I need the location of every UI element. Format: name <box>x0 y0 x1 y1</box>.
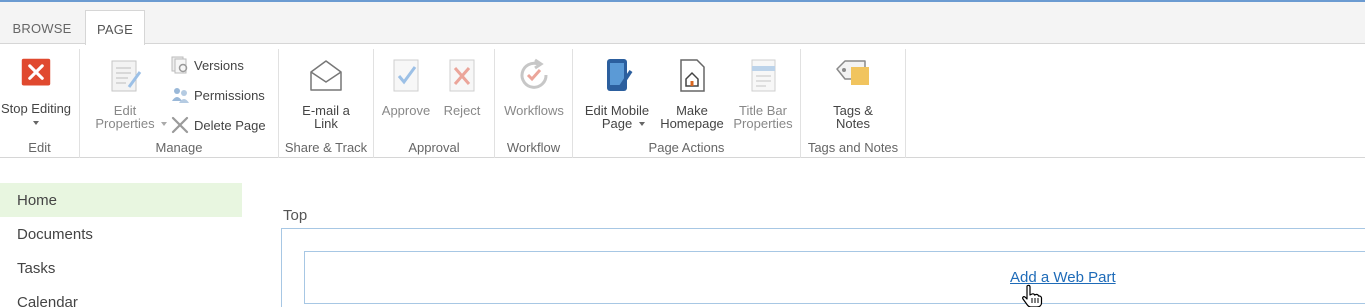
versions-icon <box>171 56 188 74</box>
edit-properties-button[interactable]: Edit Properties <box>85 57 167 131</box>
group-manage: Edit Properties Versions Permissions Del… <box>80 49 279 158</box>
chevron-down-icon <box>161 122 167 126</box>
group-tags-notes: Tags & Notes Tags and Notes <box>801 49 906 158</box>
reject-button[interactable]: Reject <box>437 57 487 117</box>
tag-icon <box>836 60 869 85</box>
group-approval: Approve Reject Approval <box>374 49 495 158</box>
workflow-icon <box>520 58 548 89</box>
tab-browse[interactable]: BROWSE <box>0 10 84 47</box>
ribbon-tab-bar: BROWSE PAGE <box>0 0 1365 47</box>
group-share-track: E-mail a Link Share & Track <box>279 49 374 158</box>
title-bar-properties-label: Title Bar Properties <box>733 103 793 131</box>
web-part-drop-area <box>304 251 1365 304</box>
group-label-edit: Edit <box>28 140 51 155</box>
nav-item-home[interactable]: Home <box>0 183 242 217</box>
make-homepage-label: Make Homepage <box>660 103 724 131</box>
workflows-button[interactable]: Workflows <box>499 57 569 117</box>
delete-page-button[interactable]: Delete Page <box>170 114 266 136</box>
permissions-label: Permissions <box>194 87 265 103</box>
make-homepage-button[interactable]: Make Homepage <box>658 57 726 130</box>
versions-label: Versions <box>194 57 244 73</box>
tags-notes-button[interactable]: Tags & Notes <box>819 57 887 130</box>
group-page-actions: Edit Mobile Page Make Homepage Title Bar… <box>573 49 801 158</box>
email-link-label: E-mail a Link <box>302 103 350 131</box>
approve-icon <box>393 59 419 92</box>
edit-mobile-page-label: Edit Mobile Page <box>584 103 650 131</box>
reject-icon <box>449 59 475 92</box>
permissions-button[interactable]: Permissions <box>170 84 265 106</box>
web-part-zone-label: Top <box>283 207 308 224</box>
permissions-icon <box>172 88 189 103</box>
group-label-workflow: Workflow <box>506 140 561 155</box>
chevron-down-icon <box>33 121 39 125</box>
workflows-label: Workflows <box>504 103 564 118</box>
versions-button[interactable]: Versions <box>170 54 244 76</box>
group-label-share-track: Share & Track <box>284 140 368 155</box>
homepage-icon <box>680 59 705 92</box>
title-bar-properties-button[interactable]: Title Bar Properties <box>729 57 797 130</box>
group-label-manage: Manage <box>155 140 203 155</box>
close-icon <box>21 58 51 86</box>
approve-button[interactable]: Approve <box>378 57 434 117</box>
quick-launch-nav: Home Documents Tasks Calendar <box>0 183 242 307</box>
chevron-down-icon <box>639 122 645 126</box>
group-workflow: Workflows Workflow <box>495 49 573 158</box>
nav-item-documents[interactable]: Documents <box>0 217 242 251</box>
edit-properties-label: Edit Properties <box>95 103 155 131</box>
nav-item-calendar[interactable]: Calendar <box>0 285 242 307</box>
delete-page-label: Delete Page <box>194 117 266 133</box>
edit-properties-icon <box>111 60 142 92</box>
stop-editing-label: Stop Editing <box>0 101 72 116</box>
delete-icon <box>171 116 189 134</box>
group-label-approval: Approval <box>408 140 460 155</box>
mobile-icon <box>607 59 633 91</box>
group-label-tags-notes: Tags and Notes <box>807 140 899 155</box>
stop-editing-button[interactable]: Stop Editing <box>0 57 72 125</box>
tab-page[interactable]: PAGE <box>85 10 145 47</box>
nav-item-tasks[interactable]: Tasks <box>0 251 242 285</box>
tags-notes-label: Tags & Notes <box>833 103 873 131</box>
group-edit: Stop Editing Edit <box>0 49 80 158</box>
title-bar-icon <box>751 59 776 92</box>
hand-cursor-icon <box>1022 284 1043 307</box>
edit-mobile-page-button[interactable]: Edit Mobile Page <box>579 57 655 130</box>
email-link-button[interactable]: E-mail a Link <box>292 57 360 130</box>
group-label-page-actions: Page Actions <box>648 140 725 155</box>
approve-label: Approve <box>381 103 431 118</box>
email-icon <box>310 60 342 91</box>
reject-label: Reject <box>443 103 481 118</box>
ribbon: Stop Editing Edit Edit Properties Versio… <box>0 45 1365 158</box>
